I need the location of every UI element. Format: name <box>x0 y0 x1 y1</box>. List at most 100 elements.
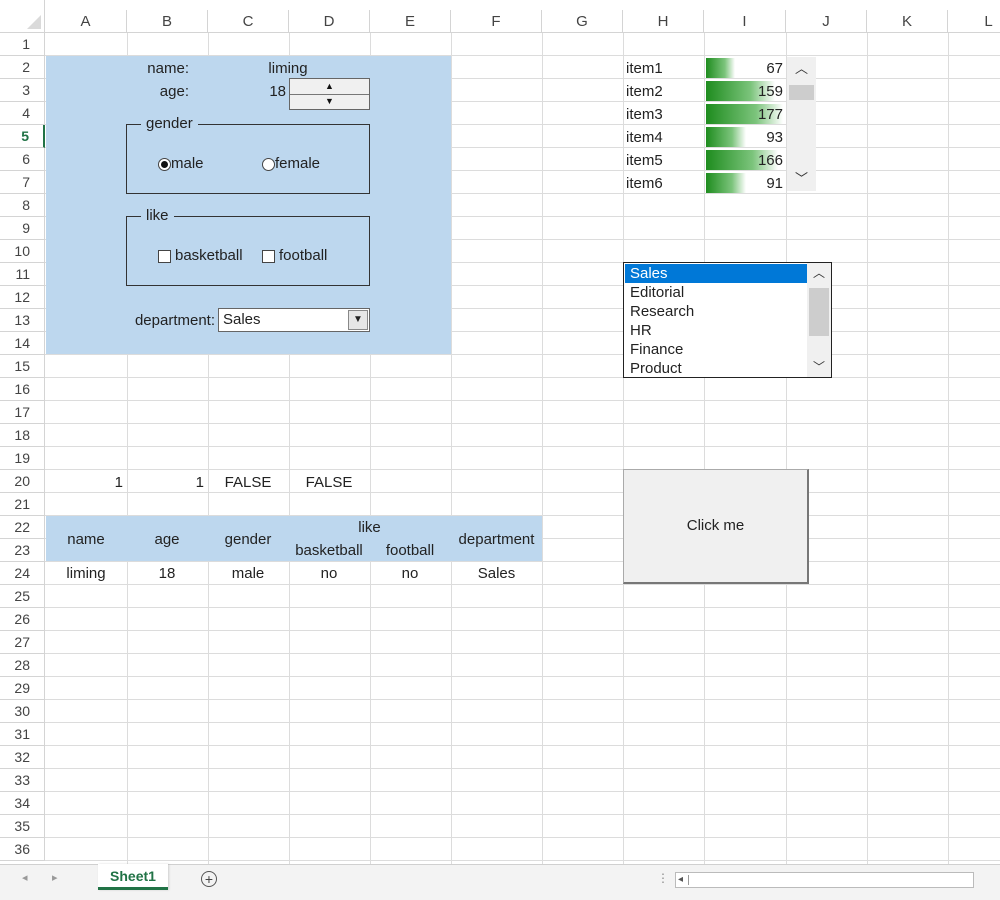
row-header-28[interactable]: 28 <box>0 654 45 677</box>
select-all-corner[interactable] <box>0 0 45 33</box>
spin-down-icon[interactable]: ▼ <box>290 94 369 109</box>
row-header-13[interactable]: 13 <box>0 309 45 332</box>
item-label[interactable]: item6 <box>623 172 703 195</box>
row-header-32[interactable]: 32 <box>0 746 45 769</box>
listbox-option[interactable]: Sales <box>625 264 807 283</box>
row-header-4[interactable]: 4 <box>0 102 45 125</box>
spin-up-icon[interactable]: ▲ <box>290 79 369 95</box>
row-header-14[interactable]: 14 <box>0 332 45 355</box>
item-value[interactable]: 91 <box>704 172 786 195</box>
like-football-option[interactable]: football <box>262 247 327 265</box>
name-value[interactable]: liming <box>248 57 328 80</box>
sheet-tab-sheet1[interactable]: Sheet1 <box>98 864 168 890</box>
column-header-l[interactable]: L <box>948 10 1000 33</box>
column-header-c[interactable]: C <box>208 10 289 33</box>
scroll-up-icon[interactable]: ︿ <box>807 263 831 283</box>
checkbox-icon[interactable] <box>158 249 171 263</box>
td-gender[interactable]: male <box>208 562 288 585</box>
listbox-option[interactable]: Product <box>625 359 807 377</box>
row-header-20[interactable]: 20 <box>0 470 45 493</box>
scroll-tabs-left-icon[interactable]: ◂ <box>22 871 28 884</box>
item-value[interactable]: 166 <box>704 149 786 172</box>
row-header-5[interactable]: 5 <box>0 125 45 148</box>
cell-b20[interactable]: 1 <box>127 471 207 494</box>
column-header-j[interactable]: J <box>786 10 867 33</box>
column-header-h[interactable]: H <box>623 10 704 33</box>
column-header-d[interactable]: D <box>289 10 370 33</box>
item-label[interactable]: item3 <box>623 103 703 126</box>
spreadsheet-grid[interactable]: ABCDEFGHIJKL 1 2 3 4 5 6 7 8 9 10 11 12 13 14 15 16 17 18… <box>0 0 1000 864</box>
column-header-b[interactable]: B <box>127 10 208 33</box>
scroll-thumb[interactable] <box>789 85 814 100</box>
td-football[interactable]: no <box>370 562 450 585</box>
item-label[interactable]: item2 <box>623 80 703 103</box>
td-department[interactable]: Sales <box>451 562 542 585</box>
item-value[interactable]: 177 <box>704 103 786 126</box>
row-header-33[interactable]: 33 <box>0 769 45 792</box>
row-header-21[interactable]: 21 <box>0 493 45 516</box>
row-header-7[interactable]: 7 <box>0 171 45 194</box>
cell-c20[interactable]: FALSE <box>208 471 288 494</box>
gender-male-option[interactable]: male <box>158 155 204 173</box>
row-header-23[interactable]: 23 <box>0 539 45 562</box>
scroll-tabs-right-icon[interactable]: ▸ <box>52 871 58 884</box>
row-header-16[interactable]: 16 <box>0 378 45 401</box>
row-header-19[interactable]: 19 <box>0 447 45 470</box>
items-scrollbar[interactable]: ︿ ﹀ <box>787 57 816 191</box>
gender-female-option[interactable]: female <box>262 155 320 173</box>
click-me-button[interactable]: Click me <box>623 469 809 584</box>
column-header-g[interactable]: G <box>542 10 623 33</box>
row-header-25[interactable]: 25 <box>0 585 45 608</box>
row-header-22[interactable]: 22 <box>0 516 45 539</box>
td-name[interactable]: liming <box>46 562 126 585</box>
row-header-2[interactable]: 2 <box>0 56 45 79</box>
row-header-18[interactable]: 18 <box>0 424 45 447</box>
row-header-12[interactable]: 12 <box>0 286 45 309</box>
row-header-3[interactable]: 3 <box>0 79 45 102</box>
row-header-34[interactable]: 34 <box>0 792 45 815</box>
item-label[interactable]: item1 <box>623 57 703 80</box>
scroll-thumb[interactable] <box>809 288 829 336</box>
cell-d20[interactable]: FALSE <box>289 471 369 494</box>
row-header-1[interactable]: 1 <box>0 33 45 56</box>
row-header-29[interactable]: 29 <box>0 677 45 700</box>
department-listbox[interactable]: Sales Editorial Research HR Finance Product ︿… <box>623 262 832 378</box>
row-header-31[interactable]: 31 <box>0 723 45 746</box>
scroll-up-icon[interactable]: ︿ <box>787 58 816 80</box>
column-header-k[interactable]: K <box>867 10 948 33</box>
row-header-6[interactable]: 6 <box>0 148 45 171</box>
department-dropdown[interactable]: Sales ▼ <box>218 308 370 332</box>
listbox-option[interactable]: Editorial <box>625 283 807 302</box>
row-header-24[interactable]: 24 <box>0 562 45 585</box>
radio-selected-icon[interactable] <box>158 157 171 171</box>
age-spinner[interactable]: ▲ ▼ <box>289 78 370 110</box>
scroll-left-icon[interactable]: ◂ <box>678 873 683 887</box>
item-value[interactable]: 67 <box>704 57 786 80</box>
item-label[interactable]: item4 <box>623 126 703 149</box>
row-header-35[interactable]: 35 <box>0 815 45 838</box>
scroll-down-icon[interactable]: ﹀ <box>787 168 816 190</box>
item-label[interactable]: item5 <box>623 149 703 172</box>
dropdown-arrow-icon[interactable]: ▼ <box>348 310 368 330</box>
column-header-a[interactable]: A <box>45 10 127 33</box>
row-header-10[interactable]: 10 <box>0 240 45 263</box>
row-header-17[interactable]: 17 <box>0 401 45 424</box>
row-header-30[interactable]: 30 <box>0 700 45 723</box>
horizontal-scrollbar[interactable]: ◂ <box>675 872 974 888</box>
item-value[interactable]: 159 <box>704 80 786 103</box>
cell-a20[interactable]: 1 <box>46 471 126 494</box>
scroll-down-icon[interactable]: ﹀ <box>807 357 831 377</box>
column-header-f[interactable]: F <box>451 10 542 33</box>
age-value[interactable]: 18 <box>248 80 289 103</box>
row-header-8[interactable]: 8 <box>0 194 45 217</box>
td-basketball[interactable]: no <box>289 562 369 585</box>
row-header-11[interactable]: 11 <box>0 263 45 286</box>
column-header-e[interactable]: E <box>370 10 451 33</box>
listbox-option[interactable]: Research <box>625 302 807 321</box>
listbox-scrollbar[interactable]: ︿ ﹀ <box>807 263 831 377</box>
row-header-9[interactable]: 9 <box>0 217 45 240</box>
radio-empty-icon[interactable] <box>262 157 275 171</box>
listbox-option[interactable]: Finance <box>625 340 807 359</box>
td-age[interactable]: 18 <box>127 562 207 585</box>
row-header-15[interactable]: 15 <box>0 355 45 378</box>
